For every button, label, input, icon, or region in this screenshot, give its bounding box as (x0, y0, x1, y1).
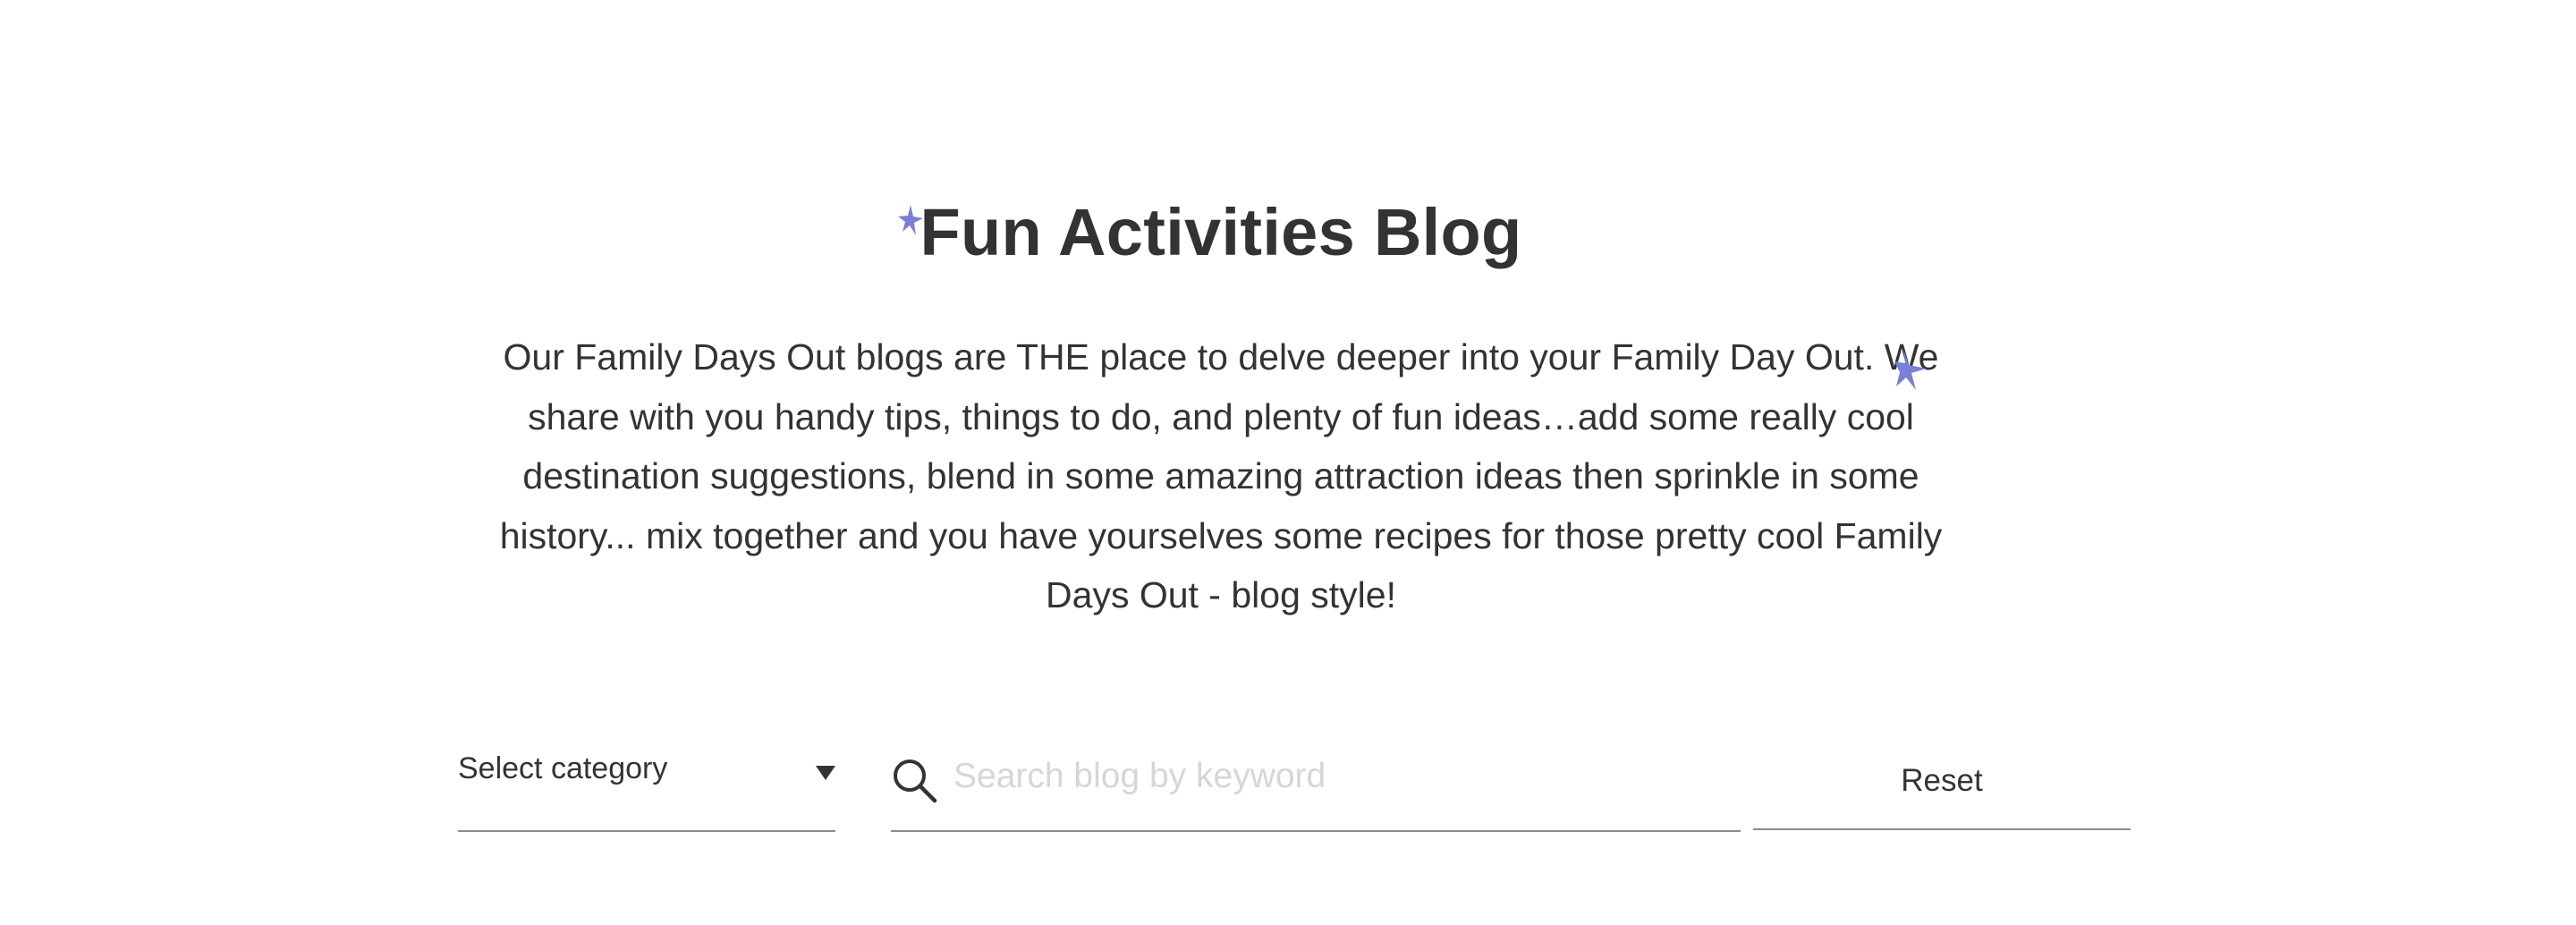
blog-landing-page: Fun Activities Blog Our Family Days Out … (0, 0, 2576, 925)
search-field (891, 734, 1741, 832)
category-select[interactable]: Select category (458, 734, 835, 832)
category-select-label: Select category (458, 751, 668, 785)
search-icon[interactable] (891, 757, 937, 803)
reset-button[interactable]: Reset (1753, 734, 2131, 830)
blog-filters: Select category Reset (458, 734, 2131, 832)
caret-down-icon (816, 766, 835, 780)
sparkle-icon (1894, 349, 1927, 390)
title-wrapper: Fun Activities Blog (0, 183, 2442, 282)
search-input[interactable] (953, 750, 1723, 803)
intro-paragraph: Our Family Days Out blogs are THE place … (499, 336, 1943, 615)
sparkle-icon (898, 205, 924, 235)
page-title-text: Fun Activities Blog (919, 195, 1522, 269)
page-title: Fun Activities Blog (898, 183, 1522, 282)
